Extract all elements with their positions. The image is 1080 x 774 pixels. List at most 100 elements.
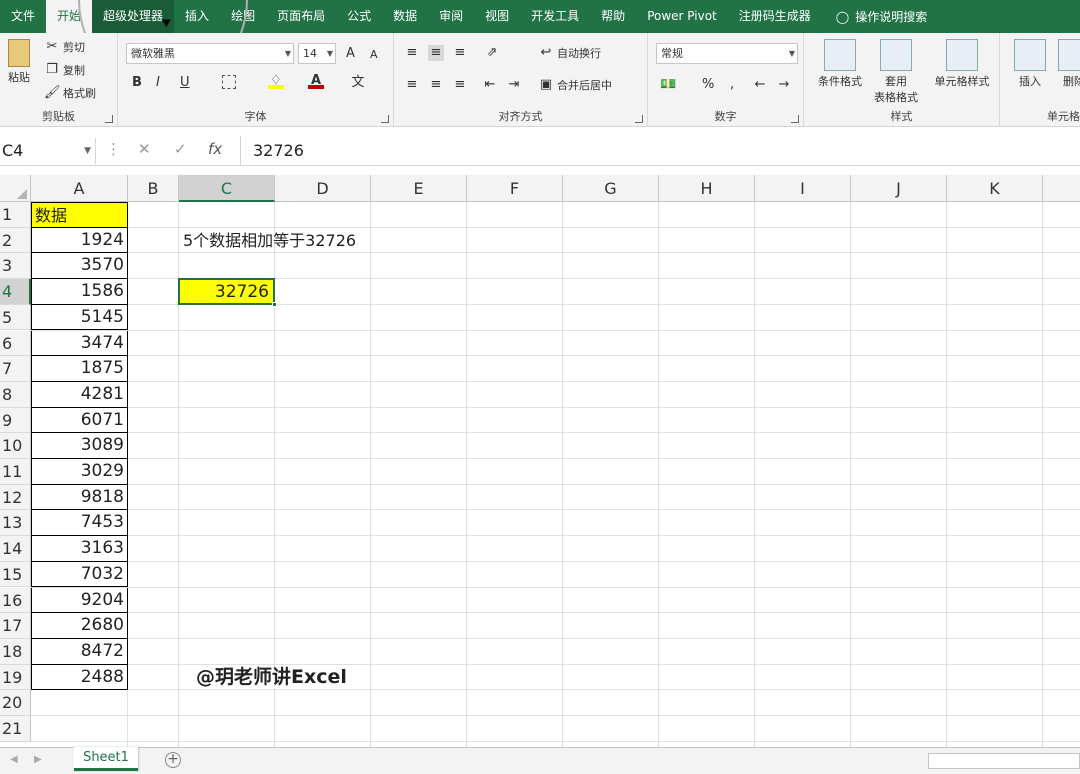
row-header-12[interactable]: 12	[0, 484, 31, 511]
data-cell-a18[interactable]: 8472	[31, 638, 128, 665]
row-header-7[interactable]: 7	[0, 356, 31, 382]
conditional-format-button[interactable]: 条件格式	[812, 39, 868, 89]
row-header-13[interactable]: 13	[0, 510, 31, 537]
tab-formulas[interactable]: 公式	[336, 0, 382, 33]
column-header-g[interactable]: G	[563, 175, 659, 202]
font-launcher-icon[interactable]	[381, 115, 389, 123]
tab-draw[interactable]: 绘图	[220, 0, 266, 33]
row-header-1[interactable]: 1	[0, 202, 31, 228]
scroll-left-icon[interactable]: ◀	[10, 754, 18, 765]
phonetic-button[interactable]: 文	[350, 75, 366, 91]
data-cell-a13[interactable]: 7453	[31, 510, 128, 537]
format-as-table-button[interactable]: 套用 表格格式	[868, 39, 924, 105]
align-bottom-button[interactable]: ≡	[452, 45, 468, 61]
shrink-font-button[interactable]: A	[370, 48, 378, 61]
column-header-c[interactable]: C	[179, 175, 275, 202]
data-cell-a11[interactable]: 3029	[31, 459, 128, 485]
number-launcher-icon[interactable]	[791, 115, 799, 123]
cell-styles-button[interactable]: 单元格样式	[926, 39, 998, 89]
font-color-button[interactable]: A	[308, 73, 324, 89]
column-header-d[interactable]: D	[275, 175, 371, 202]
data-cell-a6[interactable]: 3474	[31, 330, 128, 357]
tab-developer[interactable]: 开发工具	[520, 0, 590, 33]
wrap-text-button[interactable]: ↩ 自动换行	[538, 45, 601, 61]
row-header-9[interactable]: 9	[0, 407, 31, 434]
row-header-4[interactable]: 4	[0, 279, 31, 305]
selected-cell-c4[interactable]: 32726	[178, 278, 275, 305]
select-all-button[interactable]	[0, 175, 31, 202]
row-header-14[interactable]: 14	[0, 536, 31, 562]
fill-color-button[interactable]: ♢	[268, 73, 284, 89]
row-header-10[interactable]: 10	[0, 433, 31, 459]
row-header-6[interactable]: 6	[0, 330, 31, 357]
clipboard-launcher-icon[interactable]	[105, 115, 113, 123]
paste-button[interactable]: 粘贴	[4, 39, 34, 85]
insert-cells-button[interactable]: 插入	[1008, 39, 1052, 89]
align-left-button[interactable]: ≡	[404, 77, 420, 93]
row-header-18[interactable]: 18	[0, 638, 31, 665]
alignment-launcher-icon[interactable]	[635, 115, 643, 123]
comma-button[interactable]: ,	[730, 77, 734, 92]
border-button[interactable]	[222, 75, 236, 89]
column-header-i[interactable]: I	[755, 175, 851, 202]
italic-button[interactable]: I	[156, 75, 160, 90]
data-cell-a4[interactable]: 1586	[31, 279, 128, 305]
data-cell-a16[interactable]: 9204	[31, 587, 128, 614]
column-header-a[interactable]: A	[31, 175, 128, 202]
tab-page-layout[interactable]: 页面布局	[266, 0, 336, 33]
fill-handle[interactable]	[272, 301, 277, 307]
bold-button[interactable]: B	[132, 75, 142, 90]
data-cell-a19[interactable]: 2488	[31, 664, 128, 691]
insert-function-icon[interactable]: fx	[208, 140, 222, 158]
enter-icon[interactable]: ✓	[174, 140, 187, 158]
increase-indent-button[interactable]: ⇥	[506, 77, 522, 93]
data-cell-a3[interactable]: 3570	[31, 253, 128, 280]
data-cell-a7[interactable]: 1875	[31, 356, 128, 382]
data-cell-a9[interactable]: 6071	[31, 407, 128, 434]
data-cell-a15[interactable]: 7032	[31, 561, 128, 588]
header-cell-a1[interactable]: 数据	[31, 202, 128, 228]
merge-center-button[interactable]: ▣ 合并后居中	[538, 77, 612, 93]
data-cell-a5[interactable]: 5145	[31, 304, 128, 331]
row-header-11[interactable]: 11	[0, 459, 31, 485]
formula-input[interactable]: 32726	[240, 136, 1080, 166]
accounting-format-button[interactable]: 💵	[660, 77, 676, 93]
tab-home[interactable]: 开始	[46, 0, 93, 33]
number-format-select[interactable]: 常规 ▼	[656, 43, 798, 64]
font-name-select[interactable]: 微软雅黑 ▼	[126, 43, 294, 64]
orientation-button[interactable]: ⇗	[484, 45, 500, 61]
delete-cells-button[interactable]: 删除	[1052, 39, 1080, 89]
note-cell-c2[interactable]: 5个数据相加等于32726	[183, 228, 356, 254]
column-header-b[interactable]: B	[128, 175, 179, 202]
tab-insert[interactable]: 插入	[174, 0, 220, 33]
grow-font-button[interactable]: A	[346, 46, 355, 61]
sheet-tab-sheet1[interactable]: Sheet1	[74, 747, 138, 771]
underline-button[interactable]: U	[180, 75, 190, 90]
name-box[interactable]: C4 ▼	[0, 138, 96, 164]
row-header-21[interactable]: 21	[0, 716, 31, 742]
cancel-icon[interactable]: ✕	[138, 140, 151, 158]
row-header-5[interactable]: 5	[0, 304, 31, 331]
row-header-8[interactable]: 8	[0, 381, 31, 408]
column-header-k[interactable]: K	[947, 175, 1043, 202]
tab-data[interactable]: 数据	[382, 0, 428, 33]
tab-help[interactable]: 帮助	[590, 0, 636, 33]
copy-button[interactable]: ❐ 复制	[44, 62, 85, 78]
decrease-indent-button[interactable]: ⇤	[482, 77, 498, 93]
tab-review[interactable]: 审阅	[428, 0, 474, 33]
column-header-h[interactable]: H	[659, 175, 755, 202]
tab-keygen[interactable]: 注册码生成器	[728, 0, 822, 33]
tab-view[interactable]: 视图	[474, 0, 520, 33]
tell-me-search[interactable]: ◯ 操作说明搜索	[822, 8, 927, 25]
row-header-3[interactable]: 3	[0, 253, 31, 280]
data-cell-a12[interactable]: 9818	[31, 484, 128, 511]
row-header-19[interactable]: 19	[0, 664, 31, 691]
tab-file[interactable]: 文件	[0, 0, 46, 33]
align-middle-button[interactable]: ≡	[428, 45, 444, 61]
align-center-button[interactable]: ≡	[428, 77, 444, 93]
cut-button[interactable]: ✂ 剪切	[44, 39, 85, 55]
row-header-15[interactable]: 15	[0, 561, 31, 588]
column-header-j[interactable]: J	[851, 175, 947, 202]
row-header-20[interactable]: 20	[0, 690, 31, 716]
data-cell-a14[interactable]: 3163	[31, 536, 128, 562]
